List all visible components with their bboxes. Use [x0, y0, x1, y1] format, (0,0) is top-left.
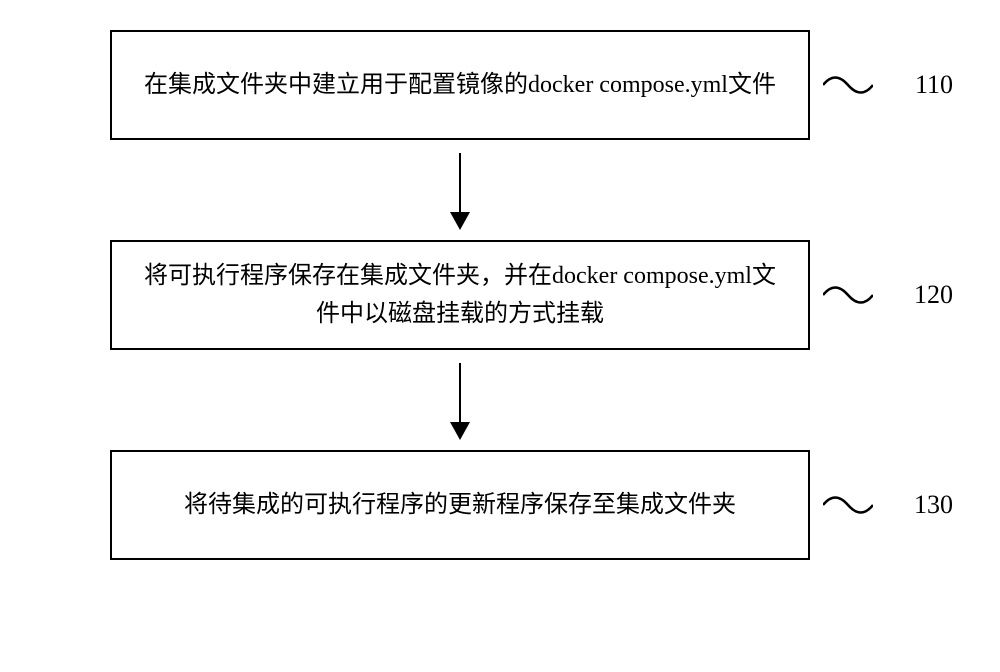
step-1-text: 在集成文件夹中建立用于配置镜像的docker compose.yml文件 — [144, 66, 776, 104]
connector-curve-2 — [823, 275, 873, 315]
connector-curve-1 — [823, 65, 873, 105]
arrow-2-container — [459, 350, 462, 450]
connector-curve-3 — [823, 485, 873, 525]
flow-step-2: 将可执行程序保存在集成文件夹，并在docker compose.yml文件中以磁… — [110, 240, 810, 350]
step-3-label: 130 — [914, 484, 953, 526]
flowchart-container: 在集成文件夹中建立用于配置镜像的docker compose.yml文件 110… — [0, 0, 1000, 672]
flow-step-1: 在集成文件夹中建立用于配置镜像的docker compose.yml文件 110 — [110, 30, 810, 140]
arrow-down-icon — [459, 363, 462, 438]
step-2-text: 将可执行程序保存在集成文件夹，并在docker compose.yml文件中以磁… — [142, 257, 778, 334]
flow-step-3: 将待集成的可执行程序的更新程序保存至集成文件夹 130 — [110, 450, 810, 560]
step-2-label: 120 — [914, 274, 953, 316]
step-1-label: 110 — [915, 64, 953, 106]
step-3-text: 将待集成的可执行程序的更新程序保存至集成文件夹 — [184, 486, 736, 524]
arrow-1-container — [459, 140, 462, 240]
arrow-down-icon — [459, 153, 462, 228]
